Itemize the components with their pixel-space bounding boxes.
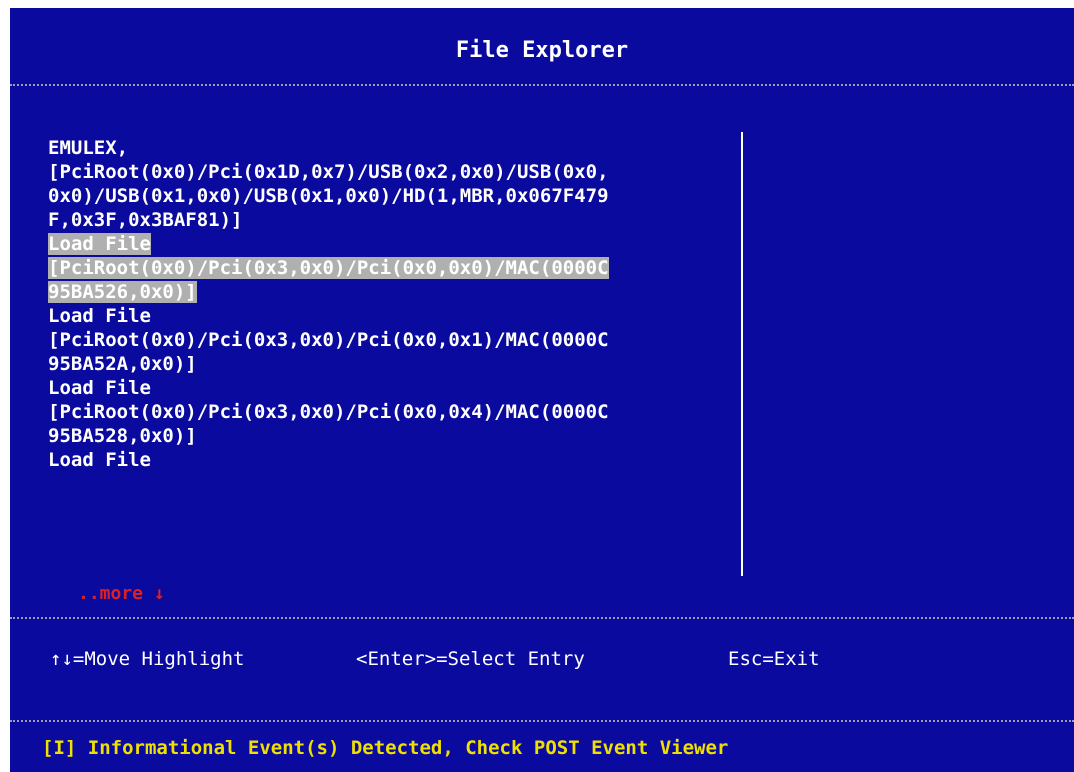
entry-line: Load File bbox=[48, 449, 151, 471]
bios-screen: File Explorer EMULEX, [PciRoot(0x0)/Pci(… bbox=[10, 8, 1074, 772]
entry-line: EMULEX, bbox=[48, 137, 129, 159]
vertical-divider bbox=[741, 132, 743, 576]
help-exit: Esc=Exit bbox=[728, 648, 820, 670]
more-indicator: ..more ↓ bbox=[78, 583, 165, 604]
status-divider bbox=[10, 720, 1074, 722]
list-item[interactable]: Load File [PciRoot(0x0)/Pci(0x3,0x0)/Pci… bbox=[48, 304, 728, 376]
entry-line: Load File bbox=[48, 377, 151, 399]
help-divider bbox=[10, 617, 1074, 619]
entry-line: Load File bbox=[48, 305, 151, 327]
page-title: File Explorer bbox=[455, 38, 629, 63]
help-move-highlight: ↑↓=Move Highlight bbox=[50, 648, 245, 670]
title-divider bbox=[10, 84, 1074, 86]
status-message: [I] Informational Event(s) Detected, Che… bbox=[42, 737, 729, 759]
entry-line: F,0x3F,0x3BAF81)] bbox=[48, 209, 243, 231]
entry-line: 95BA528,0x0)] bbox=[48, 425, 197, 447]
entry-line: [PciRoot(0x0)/Pci(0x3,0x0)/Pci(0x0,0x1)/… bbox=[48, 329, 609, 351]
entry-line: [PciRoot(0x0)/Pci(0x3,0x0)/Pci(0x0,0x4)/… bbox=[48, 401, 609, 423]
entry-line: 95BA526,0x0)] bbox=[48, 281, 197, 303]
list-item[interactable]: Load File bbox=[48, 448, 728, 472]
list-item[interactable]: EMULEX, [PciRoot(0x0)/Pci(0x1D,0x7)/USB(… bbox=[48, 136, 728, 232]
entry-line: [PciRoot(0x0)/Pci(0x1D,0x7)/USB(0x2,0x0)… bbox=[48, 161, 609, 183]
help-select-entry: <Enter>=Select Entry bbox=[356, 648, 585, 670]
entry-line: 95BA52A,0x0)] bbox=[48, 353, 197, 375]
list-item-selected[interactable]: Load File [PciRoot(0x0)/Pci(0x3,0x0)/Pci… bbox=[48, 232, 728, 304]
entry-line: 0x0)/USB(0x1,0x0)/USB(0x1,0x0)/HD(1,MBR,… bbox=[48, 185, 609, 207]
list-item[interactable]: Load File [PciRoot(0x0)/Pci(0x3,0x0)/Pci… bbox=[48, 376, 728, 448]
entry-line: Load File bbox=[48, 233, 151, 255]
file-system-list: EMULEX, [PciRoot(0x0)/Pci(0x1D,0x7)/USB(… bbox=[48, 136, 728, 472]
entry-line: [PciRoot(0x0)/Pci(0x3,0x0)/Pci(0x0,0x0)/… bbox=[48, 257, 609, 279]
